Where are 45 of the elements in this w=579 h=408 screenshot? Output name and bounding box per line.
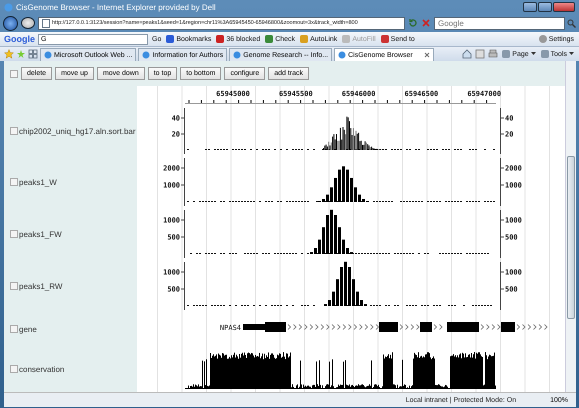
checkbox[interactable] xyxy=(10,230,18,238)
y-axis xyxy=(500,108,504,154)
y-axis xyxy=(180,210,186,258)
track-name: peaks1_FW xyxy=(19,230,62,238)
caret-icon xyxy=(530,52,536,56)
checkbox[interactable] xyxy=(10,325,18,333)
globe-icon xyxy=(142,51,150,59)
minimize-button[interactable] xyxy=(523,2,537,12)
home-icon[interactable] xyxy=(462,49,472,59)
globe-icon xyxy=(44,51,52,59)
track-name: gene xyxy=(19,324,37,334)
refresh-icon[interactable] xyxy=(408,18,418,28)
checkbox[interactable] xyxy=(10,282,18,290)
y-axis xyxy=(180,158,186,206)
globe-icon xyxy=(233,51,242,59)
print-icon[interactable] xyxy=(488,49,498,59)
track-name: chip2002_uniq_hg17.aln.sort.bar xyxy=(19,126,136,136)
maximize-button[interactable] xyxy=(538,2,552,12)
window-title: CisGenome Browser - Internet Explorer provided by Dell xyxy=(16,2,217,12)
caret-icon xyxy=(569,52,574,56)
checkbox[interactable] xyxy=(10,365,18,373)
page-icon[interactable] xyxy=(42,18,50,28)
star-icon[interactable] xyxy=(4,49,14,59)
y-axis xyxy=(180,108,186,154)
checkbox[interactable] xyxy=(10,178,18,186)
close-icon[interactable] xyxy=(424,52,430,58)
forward-button[interactable] xyxy=(21,17,35,29)
back-button[interactable] xyxy=(3,16,18,30)
scrollbar-thumb[interactable] xyxy=(567,156,575,319)
y-axis xyxy=(500,158,504,206)
stop-icon[interactable] xyxy=(421,18,431,28)
search-icon[interactable] xyxy=(567,18,576,28)
track-name: peaks1_RW xyxy=(19,282,62,290)
track-name: peaks1_W xyxy=(19,178,57,186)
search-field[interactable]: Google xyxy=(434,16,565,30)
google-logo: Google xyxy=(4,34,35,44)
globe-icon xyxy=(338,51,346,59)
checkbox[interactable] xyxy=(10,127,18,135)
y-axis xyxy=(500,210,504,258)
tab-grid-icon[interactable] xyxy=(28,49,38,59)
close-button[interactable] xyxy=(553,2,575,12)
y-axis xyxy=(500,262,504,310)
track-name: conservation xyxy=(19,364,64,374)
y-axis xyxy=(180,262,186,310)
checkbox[interactable] xyxy=(10,70,18,78)
